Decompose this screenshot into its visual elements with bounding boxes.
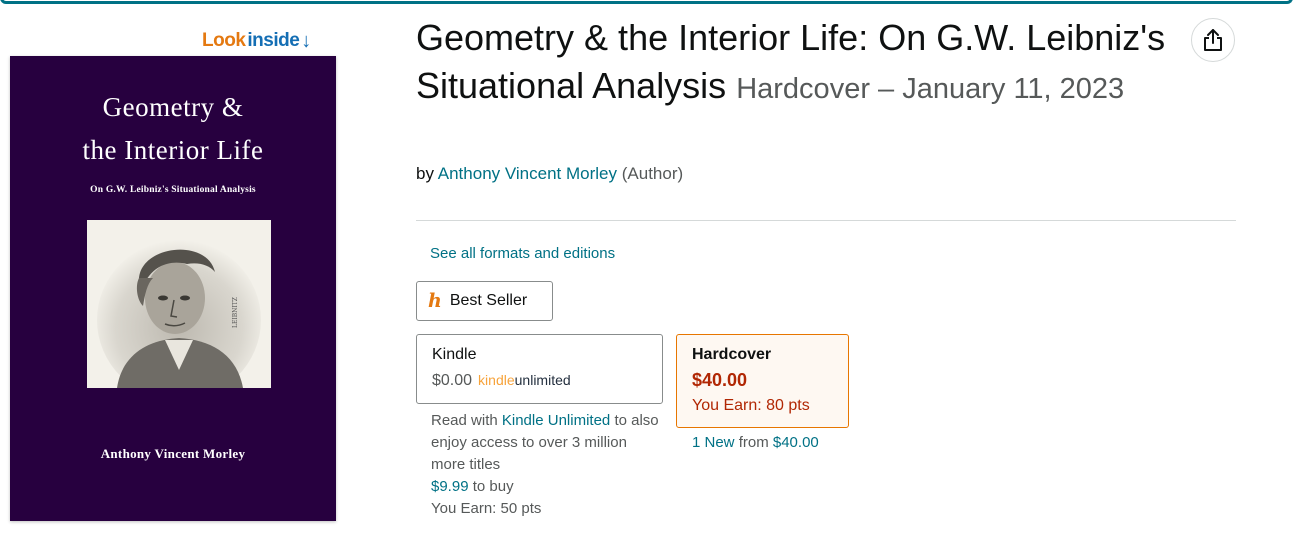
- share-button[interactable]: [1191, 18, 1235, 62]
- hardcover-price: $40.00: [692, 370, 748, 390]
- kindle-buy-price-link[interactable]: $9.99: [431, 478, 469, 495]
- best-seller-icon: ℎ: [428, 290, 442, 312]
- ku-logo-part1: kindle: [478, 372, 515, 388]
- product-title: Geometry & the Interior Life: On G.W. Le…: [416, 14, 1216, 113]
- top-border: [0, 0, 1293, 4]
- format-kindle[interactable]: Kindle $0.00 kindleunlimited: [416, 334, 663, 404]
- see-all-formats-link[interactable]: See all formats and editions: [430, 245, 615, 262]
- book-cover-image[interactable]: Geometry & the Interior Life On G.W. Lei…: [10, 56, 336, 521]
- share-icon: [1204, 29, 1222, 51]
- cover-title-line2: the Interior Life: [82, 135, 264, 165]
- cover-title-line1: Geometry &: [102, 92, 244, 122]
- byline: by Anthony Vincent Morley (Author): [416, 164, 683, 184]
- kindle-unlimited-logo: kindleunlimited: [478, 372, 571, 388]
- look-inside-link[interactable]: Look inside ↓: [202, 30, 311, 52]
- kindle-earn: You Earn: 50 pts: [431, 500, 542, 517]
- new-offers-link[interactable]: 1 New: [692, 434, 735, 451]
- kindle-unlimited-link[interactable]: Kindle Unlimited: [502, 412, 610, 429]
- portrait-caption: LEIBNITZ: [232, 297, 239, 328]
- cover-author: Anthony Vincent Morley: [100, 446, 246, 461]
- look-inside-word2: inside: [247, 30, 300, 51]
- ku-read-with: Read with: [431, 412, 498, 429]
- new-from-label: from: [738, 434, 769, 451]
- new-from-price[interactable]: $40.00: [773, 434, 819, 451]
- ku-logo-part2: unlimited: [514, 372, 571, 388]
- best-seller-label: Best Seller: [449, 292, 528, 309]
- divider: [416, 220, 1236, 221]
- new-offers: 1 New from $40.00: [692, 434, 819, 451]
- kindle-unlimited-info: Read with Kindle Unlimited to also enjoy…: [431, 410, 661, 498]
- cover-subtitle: On G.W. Leibniz's Situational Analysis: [90, 185, 256, 195]
- author-role: (Author): [621, 164, 684, 183]
- best-seller-badge[interactable]: ℎ Best Seller: [416, 281, 553, 321]
- cover-portrait: LEIBNITZ: [87, 220, 271, 388]
- hardcover-name: Hardcover: [692, 346, 772, 363]
- arrow-down-icon: ↓: [301, 30, 311, 52]
- hardcover-earn: You Earn: 80 pts: [692, 397, 810, 414]
- byline-by: by: [416, 164, 434, 183]
- portrait-illustration: LEIBNITZ: [87, 220, 271, 388]
- cover-title: Geometry & the Interior Life: [10, 86, 336, 172]
- author-link[interactable]: Anthony Vincent Morley: [438, 164, 617, 183]
- ku-to-buy: to buy: [472, 478, 514, 495]
- format-hardcover[interactable]: Hardcover $40.00 You Earn: 80 pts: [676, 334, 849, 428]
- look-inside-word1: Look: [202, 30, 246, 51]
- kindle-name: Kindle: [432, 346, 477, 363]
- product-format-date: Hardcover – January 11, 2023: [736, 73, 1125, 105]
- kindle-price-row: $0.00 kindleunlimited: [432, 372, 647, 390]
- kindle-price: $0.00: [432, 372, 473, 389]
